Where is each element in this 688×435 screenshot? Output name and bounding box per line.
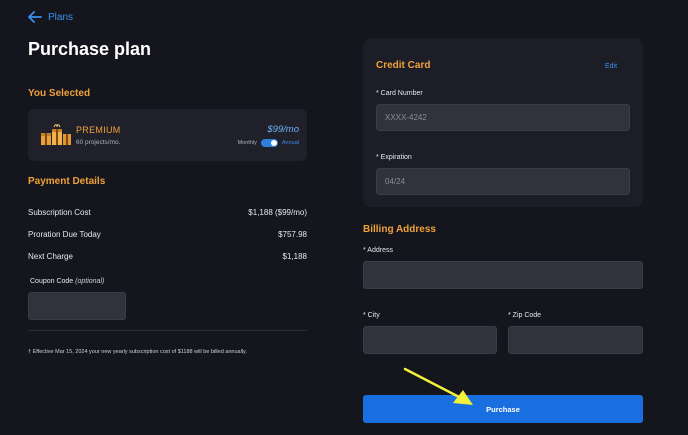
payment-row: Subscription Cost $1,188 ($99/mo): [28, 208, 307, 217]
billing-period-toggle[interactable]: [260, 139, 278, 147]
gift-boxes-icon: [41, 124, 71, 145]
card-number-label: * Card Number: [376, 90, 423, 97]
arrow-left-icon: [28, 11, 42, 23]
plan-price: $99/mo: [267, 124, 299, 135]
payment-row-label: Proration Due Today: [28, 230, 101, 239]
payment-row-label: Subscription Cost: [28, 208, 91, 217]
payment-row: Proration Due Today $757.98: [28, 230, 307, 239]
billing-address-heading: Billing Address: [363, 224, 436, 235]
address-field[interactable]: [363, 261, 643, 289]
payment-row-value: $757.98: [278, 230, 307, 239]
divider: [28, 330, 307, 331]
city-field[interactable]: [363, 326, 497, 354]
expiration-field[interactable]: 04/24: [376, 168, 630, 195]
payment-row: Next Charge $1,188: [28, 252, 307, 261]
toggle-annual-label: Annual: [281, 140, 299, 146]
edit-card-link[interactable]: Edit: [605, 63, 617, 70]
billing-footnote: † Effective Mar 15, 2024 your new yearly…: [28, 349, 247, 355]
payment-row-value: $1,188: [282, 252, 307, 261]
city-label: * City: [363, 312, 380, 319]
coupon-code-label-text: Coupon Code: [30, 278, 74, 285]
address-label: * Address: [363, 247, 393, 254]
card-number-field[interactable]: XXXX-4242: [376, 104, 630, 131]
back-link[interactable]: Plans: [28, 11, 73, 23]
billing-period-toggle-row: Monthly Annual: [238, 139, 299, 147]
credit-card-heading: Credit Card: [376, 60, 431, 71]
coupon-code-label: Coupon Code (optional): [30, 278, 104, 285]
plan-subtitle: 60 projects/mo.: [76, 139, 121, 146]
zip-code-field[interactable]: [508, 326, 643, 354]
you-selected-heading: You Selected: [28, 88, 91, 99]
plan-name: PREMIUM: [76, 125, 121, 135]
coupon-code-input[interactable]: [28, 292, 126, 320]
purchase-button[interactable]: Purchase: [363, 395, 643, 423]
zip-code-label: * Zip Code: [508, 312, 542, 319]
payment-row-value: $1,188 ($99/mo): [248, 208, 307, 217]
payment-details-heading: Payment Details: [28, 176, 106, 187]
toggle-monthly-label: Monthly: [237, 140, 257, 146]
page-title: Purchase plan: [28, 39, 152, 59]
back-link-label: Plans: [48, 11, 74, 23]
payment-row-label: Next Charge: [28, 252, 73, 261]
coupon-optional-hint: (optional): [75, 278, 105, 285]
plan-card: PREMIUM 60 projects/mo. $99/mo Monthly A…: [28, 109, 307, 161]
expiration-label: * Expiration: [376, 154, 412, 161]
